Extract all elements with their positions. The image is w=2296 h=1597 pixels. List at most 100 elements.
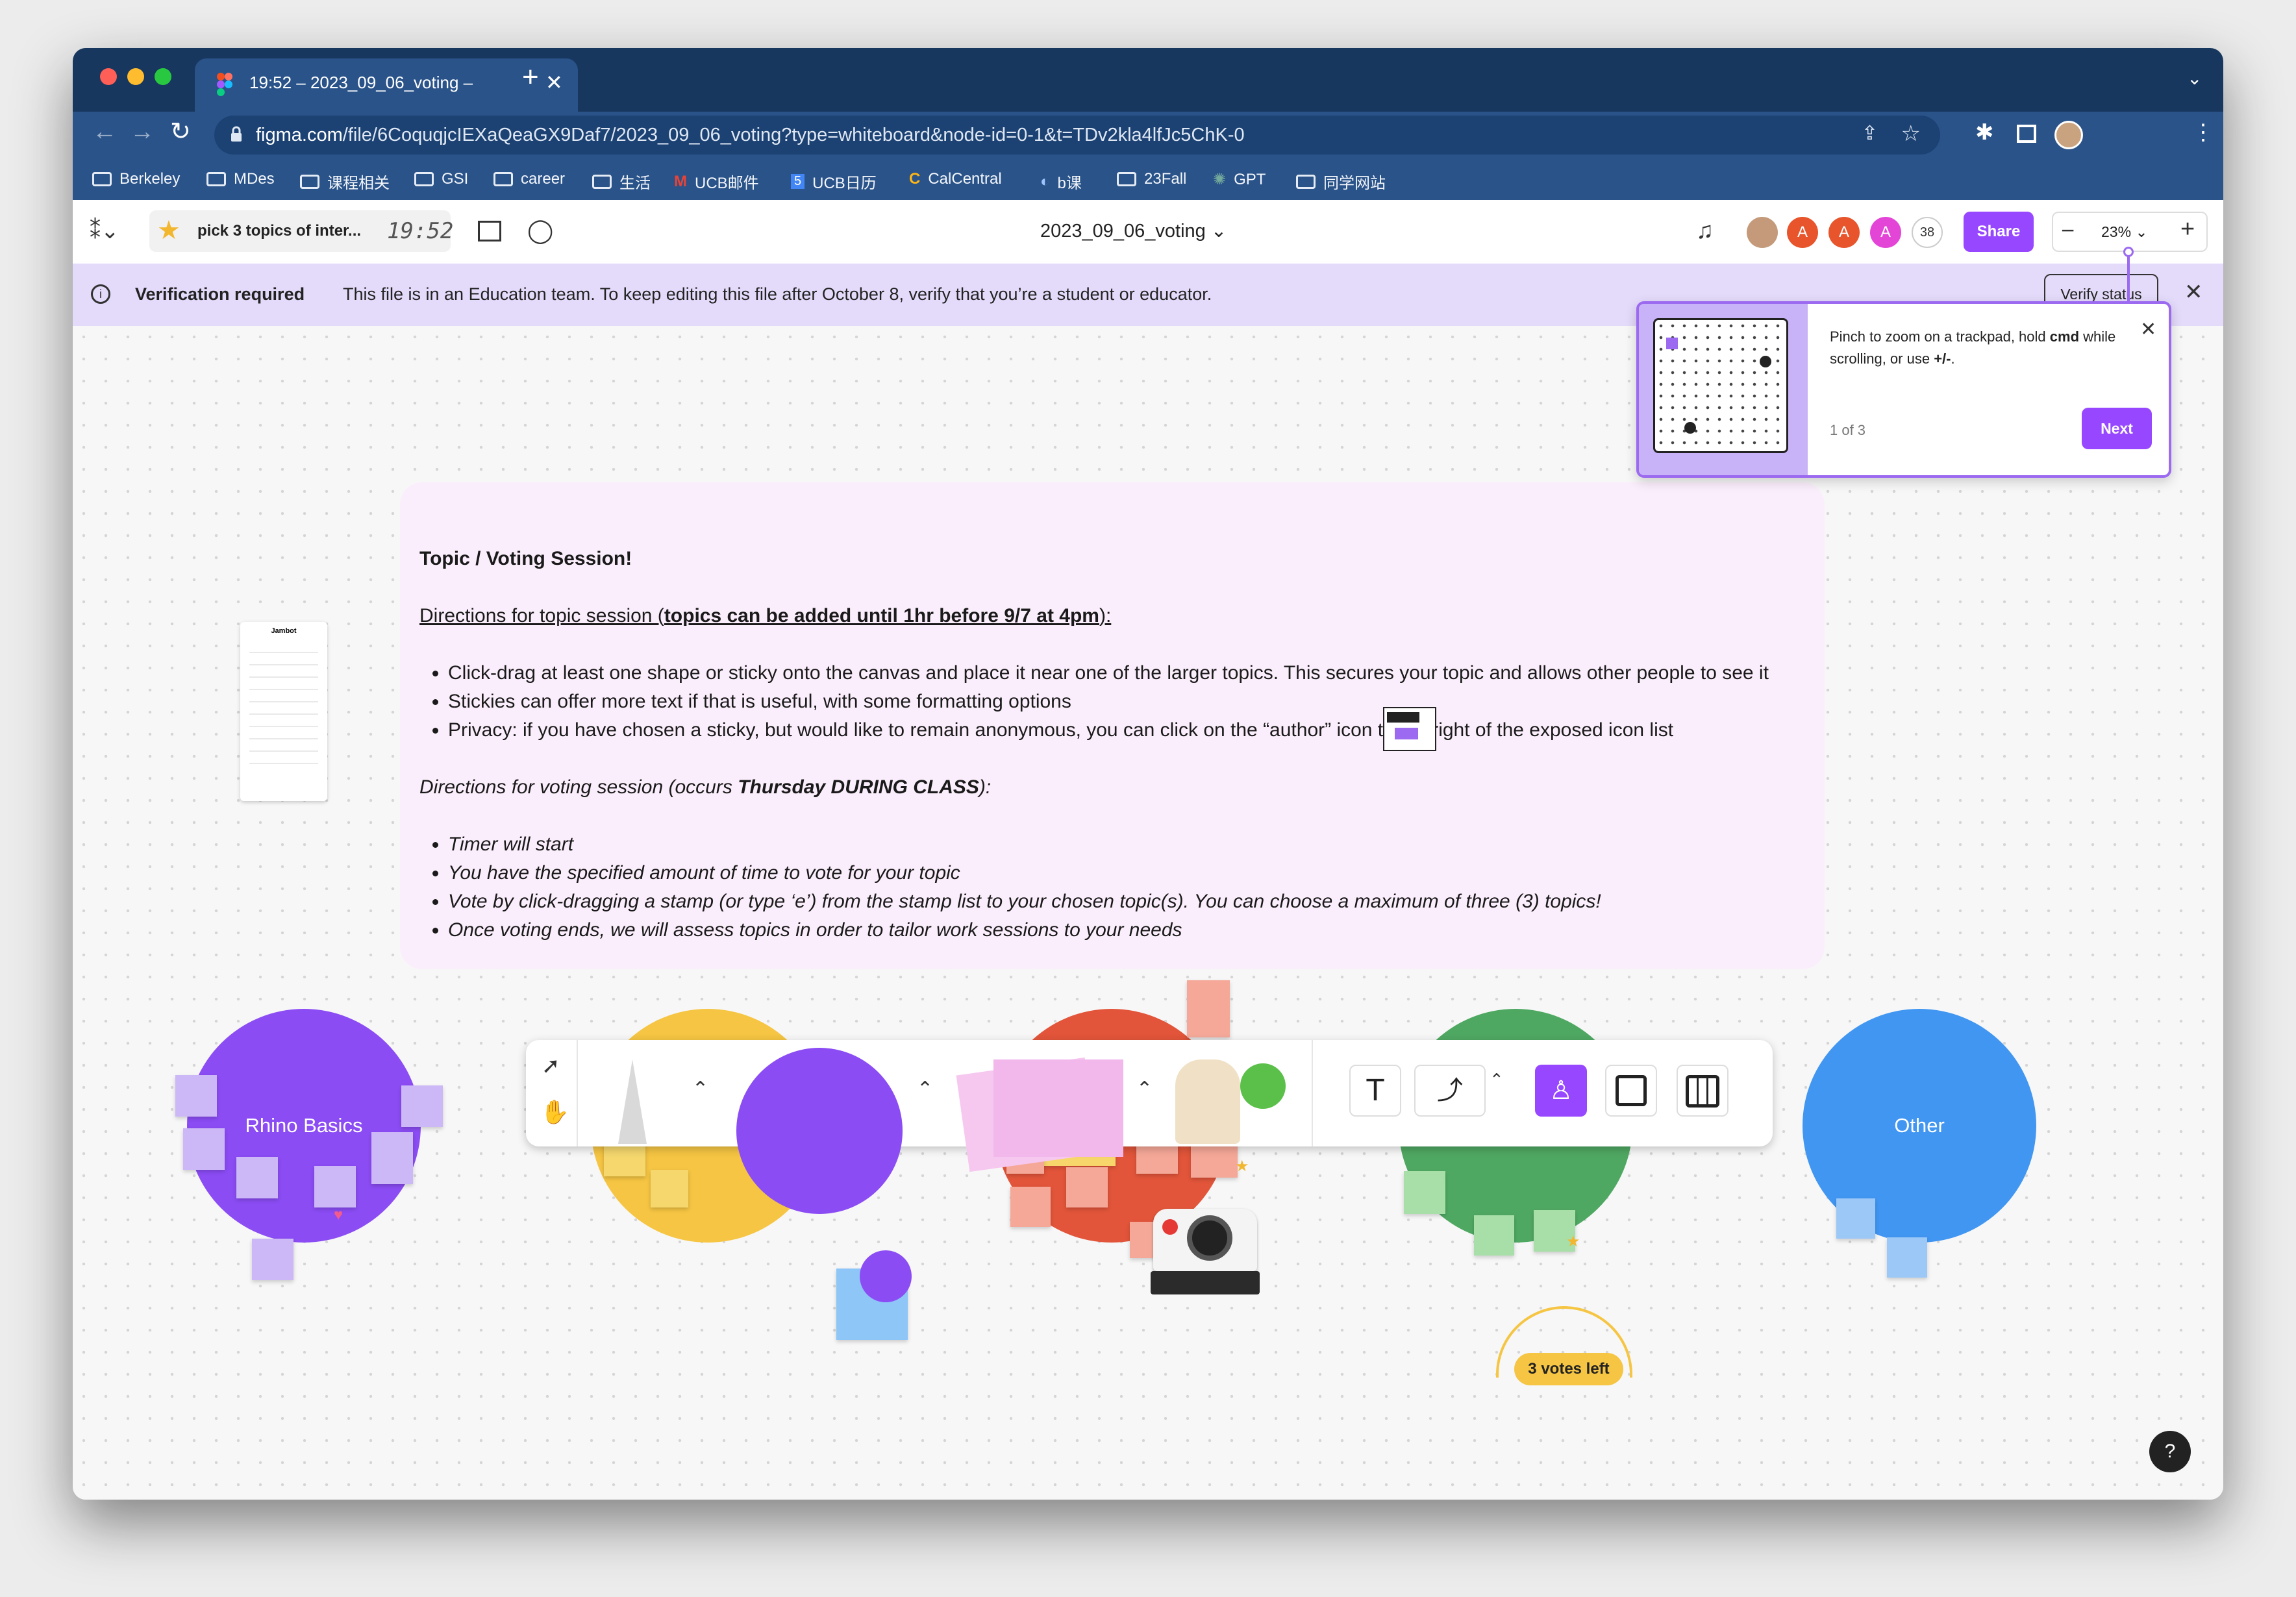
- timer-readout: 19:52: [387, 218, 454, 244]
- bookmark-life[interactable]: 生活: [592, 170, 651, 193]
- topic-rhino-basics[interactable]: Rhino Basics: [187, 1009, 421, 1243]
- sticky-note[interactable]: [401, 1085, 443, 1127]
- collaborator-avatar[interactable]: [1747, 217, 1778, 248]
- sticky-note[interactable]: [314, 1166, 356, 1207]
- banner-title: Verification required: [135, 284, 305, 304]
- zoom-out-button[interactable]: −: [2061, 217, 2075, 244]
- reload-icon[interactable]: ↻: [170, 117, 191, 146]
- bookmark-ucb-mail[interactable]: M UCB邮件: [674, 170, 759, 193]
- list-item: Click-drag at least one shape or sticky …: [448, 659, 1809, 687]
- sticky-note[interactable]: [1887, 1237, 1927, 1278]
- connector-tool-icon[interactable]: ⤴: [1414, 1065, 1486, 1117]
- bookmark-ucb-calendar[interactable]: 5 UCB日历: [791, 170, 877, 193]
- collaborator-avatar[interactable]: A: [1870, 217, 1901, 248]
- list-item: Once voting ends, we will assess topics …: [448, 916, 1809, 945]
- section-tool-icon[interactable]: [1605, 1065, 1657, 1117]
- sticky-note[interactable]: [183, 1128, 225, 1170]
- collaborator-avatar[interactable]: A: [1828, 217, 1860, 248]
- bookmark-calcentral[interactable]: C CalCentral: [909, 170, 1002, 188]
- sticky-note[interactable]: [371, 1132, 413, 1184]
- text-tool-icon[interactable]: T: [1349, 1065, 1401, 1117]
- share-page-icon[interactable]: ⇪: [1862, 122, 1878, 145]
- purple-circle-shape[interactable]: [860, 1250, 912, 1302]
- figjam-toolbar: ⁑⌄ ★ pick 3 topics of inter... 19:52 ◯ 2…: [73, 200, 2223, 264]
- banner-message: This file is in an Education team. To ke…: [343, 284, 1212, 304]
- audio-headphones-icon[interactable]: ♫: [1696, 217, 1714, 244]
- widget-title: pick 3 topics of inter...: [197, 222, 362, 240]
- url-domain: figma.com: [256, 125, 343, 145]
- new-tab-icon[interactable]: +: [522, 61, 539, 93]
- sidebar-toggle-icon[interactable]: [2017, 125, 2036, 143]
- zoom-in-button[interactable]: +: [2180, 216, 2195, 243]
- timer-widget[interactable]: ★ pick 3 topics of inter... 19:52: [149, 210, 454, 252]
- zoom-level[interactable]: 23% ⌄: [2101, 223, 2148, 241]
- comment-icon[interactable]: ◯: [527, 217, 553, 244]
- jambot-widget[interactable]: Jambot: [240, 622, 327, 801]
- connector-options-chevron-icon[interactable]: ⌃: [1490, 1070, 1504, 1090]
- instructions-card[interactable]: Topic / Voting Session! Directions for t…: [400, 482, 1825, 969]
- shape-tool-circle-icon[interactable]: [736, 1048, 903, 1214]
- help-button[interactable]: ?: [2149, 1431, 2191, 1472]
- collaborator-avatar[interactable]: A: [1787, 217, 1818, 248]
- close-window-button[interactable]: [100, 68, 117, 85]
- sticker-tool-icon[interactable]: [1175, 1059, 1240, 1144]
- sticky-note[interactable]: [651, 1170, 688, 1207]
- browser-menu-icon[interactable]: ⋮: [2192, 119, 2214, 145]
- viewer-count-badge[interactable]: 38: [1912, 217, 1943, 248]
- hint-pointer-line: [2127, 251, 2130, 303]
- bookmark-career[interactable]: career: [493, 170, 565, 188]
- sticky-note[interactable]: [1010, 1187, 1051, 1227]
- next-button[interactable]: Next: [2082, 408, 2152, 449]
- close-banner-icon[interactable]: ✕: [2184, 279, 2203, 305]
- sticky-note[interactable]: [236, 1157, 278, 1198]
- pen-tool-icon[interactable]: [618, 1059, 647, 1144]
- bookmark-star-icon[interactable]: ☆: [1901, 121, 1921, 147]
- sticky-note[interactable]: [1066, 1167, 1108, 1207]
- minimize-window-button[interactable]: [127, 68, 144, 85]
- extensions-icon[interactable]: ✱: [1975, 119, 1994, 145]
- close-hint-icon[interactable]: ✕: [2140, 318, 2156, 341]
- back-icon[interactable]: ←: [92, 118, 117, 146]
- layout-icon[interactable]: [478, 221, 501, 241]
- bookmark-classmates[interactable]: 同学网站: [1296, 170, 1386, 193]
- forward-icon[interactable]: →: [130, 118, 155, 146]
- bookmark-mdes[interactable]: MDes: [206, 170, 275, 188]
- table-tool-icon[interactable]: [1677, 1065, 1728, 1117]
- folder-icon: [1117, 172, 1136, 186]
- camera-lens-icon: [1187, 1215, 1232, 1261]
- profile-avatar[interactable]: [2054, 121, 2083, 149]
- stamp-tool-icon[interactable]: ♙: [1535, 1065, 1587, 1117]
- sticky-note[interactable]: [1404, 1171, 1445, 1214]
- bookmark-gpt[interactable]: ✺ GPT: [1213, 170, 1266, 189]
- bookmark-courses[interactable]: 课程相关: [300, 170, 390, 193]
- tab-list-chevron-icon[interactable]: ⌄: [2187, 68, 2202, 89]
- sticky-note[interactable]: [1474, 1215, 1514, 1256]
- sticky-note[interactable]: [1836, 1198, 1875, 1239]
- star-stamp-icon: ★: [1235, 1158, 1249, 1175]
- bookmark-berkeley[interactable]: Berkeley: [92, 170, 180, 188]
- topic-directions: Directions for topic session (topics can…: [419, 605, 1112, 626]
- browser-window: 19:52 – 2023_09_06_voting – ✕ + ⌄ ← → ↻ …: [73, 48, 2223, 1500]
- sticky-note[interactable]: [252, 1239, 293, 1280]
- sticky-options-chevron-icon[interactable]: ⌃: [1136, 1078, 1153, 1100]
- close-tab-icon[interactable]: ✕: [545, 70, 563, 95]
- browser-tab[interactable]: 19:52 – 2023_09_06_voting – ✕: [195, 58, 578, 112]
- zoom-control: − 23% ⌄ +: [2052, 212, 2208, 252]
- camera-sticker[interactable]: [1144, 1209, 1261, 1300]
- whiteboard-canvas[interactable]: Jambot Topic / Voting Session! Direction…: [73, 326, 2223, 1500]
- share-button[interactable]: Share: [1964, 212, 2034, 252]
- select-tool-icon[interactable]: ➚: [542, 1053, 560, 1079]
- url-field[interactable]: figma.com/file/6CoquqjcIEXaQeaGX9Daf7/20…: [214, 116, 1940, 155]
- shape-options-chevron-icon[interactable]: ⌃: [917, 1078, 933, 1100]
- bookmark-23fall[interactable]: 23Fall: [1117, 170, 1186, 188]
- hand-tool-icon[interactable]: ✋: [540, 1098, 569, 1126]
- main-menu-icon[interactable]: ⁑⌄: [90, 218, 119, 244]
- bookmark-gsi[interactable]: GSI: [414, 170, 468, 188]
- file-name[interactable]: 2023_09_06_voting ⌄: [1040, 219, 1227, 242]
- bookmark-bcourses[interactable]: ◐ b课: [1040, 170, 1082, 193]
- sticky-note[interactable]: [175, 1075, 217, 1117]
- sticky-note[interactable]: [1187, 980, 1230, 1037]
- folder-icon: [206, 172, 226, 186]
- maximize-window-button[interactable]: [155, 68, 171, 85]
- pen-options-chevron-icon[interactable]: ⌃: [692, 1078, 708, 1100]
